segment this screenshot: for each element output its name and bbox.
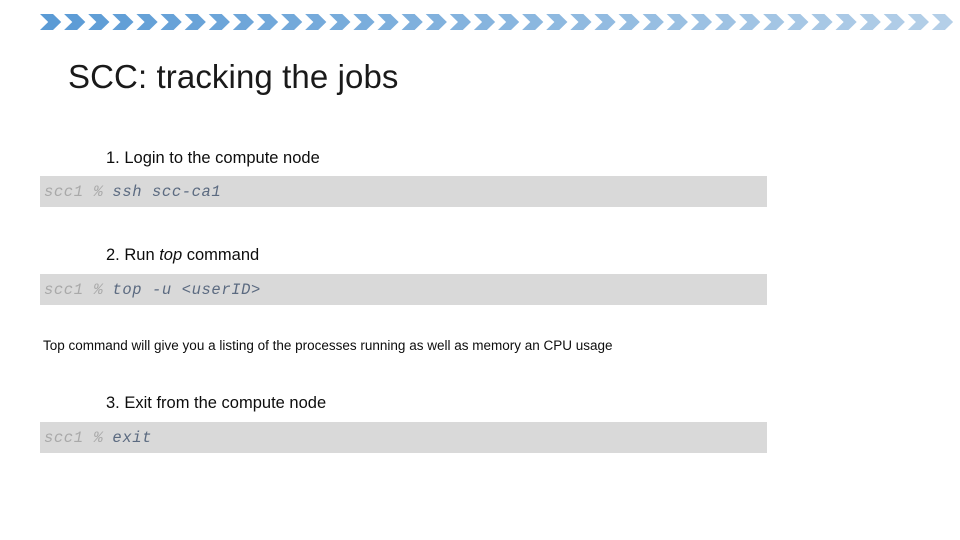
console-1-prompt: scc1 %: [44, 182, 104, 201]
chevron-banner-graphic: [40, 14, 954, 30]
console-line-3[interactable]: scc1 % exit: [40, 422, 767, 453]
step-2-text-after: command: [182, 246, 260, 264]
step-3-text-before: Exit from the compute node: [119, 394, 327, 412]
step-3-number: 3.: [106, 394, 120, 412]
console-2-command: top -u <userID>: [112, 280, 261, 299]
page-title: SCC: tracking the jobs: [68, 58, 399, 95]
console-2-prompt: scc1 %: [44, 280, 104, 299]
step-2-number: 2.: [106, 246, 120, 264]
note-text: Top command will give you a listing of t…: [43, 338, 613, 353]
console-1-command: ssh scc-ca1: [112, 182, 222, 201]
step-2-emphasis: top: [159, 246, 183, 264]
chevron-banner: [40, 14, 956, 30]
step-heading-3: 3. Exit from the compute node: [106, 392, 326, 414]
console-3-command: exit: [112, 428, 153, 447]
step-heading-2: 2. Run top command: [106, 244, 259, 266]
console-line-1[interactable]: scc1 % ssh scc-ca1: [40, 176, 767, 207]
console-3-prompt: scc1 %: [44, 428, 104, 447]
step-1-text-before: Login to the compute node: [119, 149, 320, 167]
step-1-number: 1.: [106, 149, 120, 167]
console-line-2[interactable]: scc1 % top -u <userID>: [40, 274, 767, 305]
step-2-text-before: Run: [119, 246, 160, 264]
step-heading-1: 1. Login to the compute node: [106, 147, 320, 169]
